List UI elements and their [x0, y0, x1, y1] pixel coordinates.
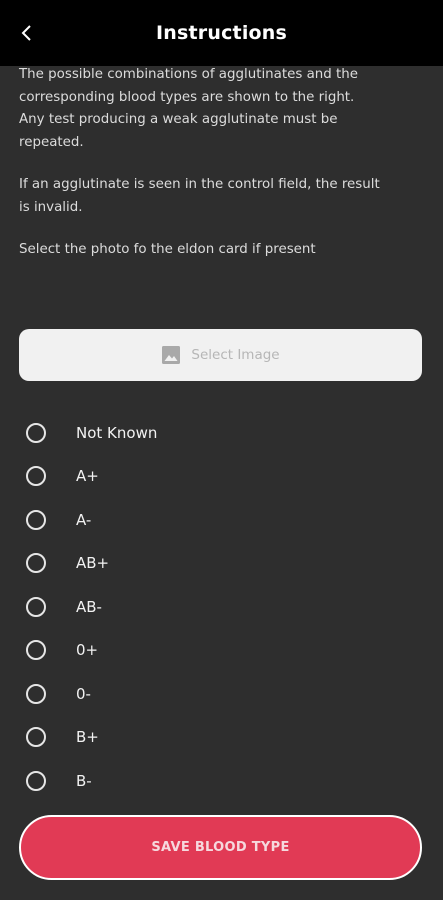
radio-option-ab-positive[interactable]: AB+: [0, 542, 443, 586]
instruction-line: is invalid.: [19, 199, 83, 215]
radio-option-b-negative[interactable]: B-: [0, 759, 443, 803]
radio-option-ab-negative[interactable]: AB-: [0, 585, 443, 629]
instruction-line: The possible combinations of agglutinate…: [19, 67, 359, 82]
radio-button[interactable]: [26, 553, 46, 574]
select-image-label: Select Image: [191, 347, 280, 363]
radio-button[interactable]: [26, 640, 46, 661]
radio-button[interactable]: [26, 422, 46, 443]
radio-label: 0-: [76, 684, 91, 703]
radio-option-0-negative[interactable]: 0-: [0, 672, 443, 716]
page-title: Instructions: [155, 22, 288, 44]
radio-label: Not Known: [76, 423, 158, 442]
instruction-paragraph: The possible combinations of agglutinate…: [19, 64, 424, 154]
select-image-button[interactable]: Select Image: [19, 329, 422, 381]
blood-type-radio-group: Not Known A+ A- AB+ AB- 0+ 0- B+ B-: [0, 411, 443, 803]
radio-label: 0+: [76, 641, 99, 660]
radio-label: B+: [76, 728, 99, 747]
instruction-paragraph: Select the photo fo the eldon card if pr…: [19, 239, 424, 262]
radio-button[interactable]: [26, 509, 46, 530]
radio-option-0-positive[interactable]: 0+: [0, 629, 443, 673]
radio-option-b-positive[interactable]: B+: [0, 716, 443, 760]
radio-option-a-positive[interactable]: A+: [0, 455, 443, 499]
instruction-line: If an agglutinate is seen in the control…: [19, 177, 380, 192]
instruction-line: Any test producing a weak agglutinate mu…: [19, 112, 338, 127]
radio-label: AB-: [76, 597, 102, 616]
instruction-line: Select the photo fo the eldon card if pr…: [19, 242, 316, 257]
radio-label: A-: [76, 510, 92, 529]
instructions-text: The possible combinations of agglutinate…: [19, 64, 424, 262]
instruction-line: repeated.: [19, 134, 84, 150]
radio-button[interactable]: [26, 727, 46, 748]
radio-label: A+: [76, 467, 99, 486]
instruction-line: corresponding blood types are shown to t…: [19, 89, 355, 105]
image-icon: [162, 346, 181, 364]
instruction-paragraph: If an agglutinate is seen in the control…: [19, 174, 424, 219]
radio-button[interactable]: [26, 683, 46, 704]
radio-option-a-negative[interactable]: A-: [0, 498, 443, 542]
save-button-label: SAVE BLOOD TYPE: [151, 840, 290, 855]
radio-label: B-: [76, 771, 92, 790]
radio-button[interactable]: [26, 770, 46, 791]
radio-option-not-known[interactable]: Not Known: [0, 411, 443, 455]
app-header: Instructions: [0, 0, 443, 66]
save-blood-type-button[interactable]: SAVE BLOOD TYPE: [19, 815, 422, 880]
radio-button[interactable]: [26, 596, 46, 617]
radio-label: AB+: [76, 554, 110, 573]
radio-button[interactable]: [26, 466, 46, 487]
